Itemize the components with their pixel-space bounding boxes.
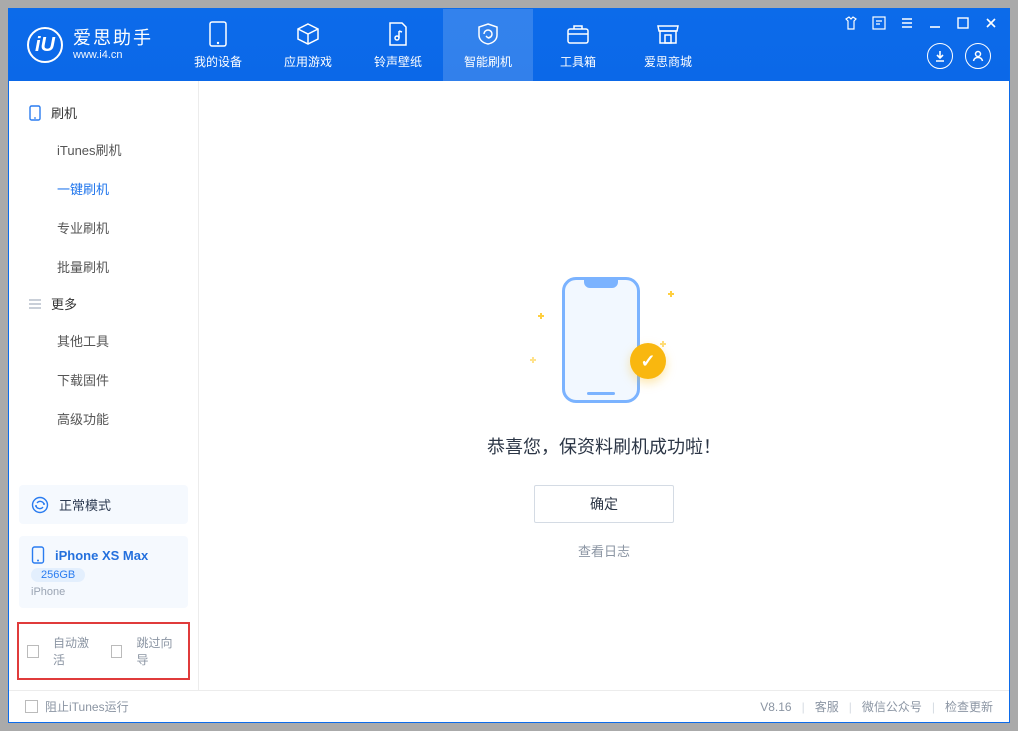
sidebar-item-onekey-flash[interactable]: 一键刷机 [9, 169, 198, 208]
success-illustration: ✓ [544, 271, 664, 411]
phone-icon [27, 105, 43, 121]
tab-toolbox[interactable]: 工具箱 [533, 9, 623, 81]
minimize-button[interactable] [927, 15, 943, 31]
feedback-icon[interactable] [871, 15, 887, 31]
group-label: 刷机 [51, 103, 77, 122]
sidebar: 刷机 iTunes刷机 一键刷机 专业刷机 批量刷机 更多 其他工具 下载固件 … [9, 81, 199, 690]
tab-smart-flash[interactable]: 智能刷机 [443, 9, 533, 81]
refresh-shield-icon [475, 21, 501, 47]
skip-guide-label: 跳过向导 [136, 634, 180, 668]
sidebar-item-advanced[interactable]: 高级功能 [9, 399, 198, 438]
sidebar-item-download-firmware[interactable]: 下载固件 [9, 360, 198, 399]
sidebar-item-batch-flash[interactable]: 批量刷机 [9, 247, 198, 286]
device-card[interactable]: iPhone XS Max 256GB iPhone [19, 536, 188, 608]
download-button[interactable] [927, 43, 953, 69]
view-log-link[interactable]: 查看日志 [578, 541, 630, 560]
close-button[interactable] [983, 15, 999, 31]
menu-icon[interactable] [899, 15, 915, 31]
phone-small-icon [31, 546, 45, 564]
cube-icon [295, 21, 321, 47]
hamburger-icon [27, 296, 43, 312]
skip-guide-checkbox[interactable] [111, 645, 123, 658]
ok-button[interactable]: 确定 [534, 485, 674, 523]
tab-ringtones[interactable]: 铃声壁纸 [353, 9, 443, 81]
app-window: iU 爱思助手 www.i4.cn 我的设备 应用游戏 [8, 8, 1010, 723]
version-label: V8.16 [760, 700, 791, 714]
logo: iU 爱思助手 www.i4.cn [9, 27, 153, 63]
auto-activate-label: 自动激活 [53, 634, 97, 668]
tab-label: 我的设备 [194, 53, 242, 70]
group-label: 更多 [51, 294, 77, 313]
body: 刷机 iTunes刷机 一键刷机 专业刷机 批量刷机 更多 其他工具 下载固件 … [9, 81, 1009, 690]
tab-apps-games[interactable]: 应用游戏 [263, 9, 353, 81]
device-type: iPhone [31, 586, 65, 598]
tab-label: 应用游戏 [284, 53, 332, 70]
tab-my-device[interactable]: 我的设备 [173, 9, 263, 81]
mode-label: 正常模式 [59, 495, 111, 514]
customer-service-link[interactable]: 客服 [815, 698, 839, 715]
sidebar-group-more[interactable]: 更多 [9, 286, 198, 321]
device-name: iPhone XS Max [55, 548, 148, 563]
tab-label: 智能刷机 [464, 53, 512, 70]
maximize-button[interactable] [955, 15, 971, 31]
tab-label: 铃声壁纸 [374, 53, 422, 70]
sidebar-group-flash[interactable]: 刷机 [9, 95, 198, 130]
app-logo-icon: iU [27, 27, 63, 63]
sidebar-item-other-tools[interactable]: 其他工具 [9, 321, 198, 360]
main-panel: ✓ 恭喜您，保资料刷机成功啦！ 确定 查看日志 [199, 81, 1009, 690]
mode-card[interactable]: 正常模式 [19, 485, 188, 524]
auto-activate-checkbox[interactable] [27, 645, 39, 658]
success-message: 恭喜您，保资料刷机成功啦！ [487, 433, 721, 459]
account-button[interactable] [965, 43, 991, 69]
check-badge-icon: ✓ [630, 343, 666, 379]
nav-tabs: 我的设备 应用游戏 铃声壁纸 智能刷机 [173, 9, 713, 81]
titlebar: iU 爱思助手 www.i4.cn 我的设备 应用游戏 [9, 9, 1009, 81]
tshirt-icon[interactable] [843, 15, 859, 31]
sidebar-item-itunes-flash[interactable]: iTunes刷机 [9, 130, 198, 169]
statusbar: 阻止iTunes运行 V8.16 | 客服 | 微信公众号 | 检查更新 [9, 690, 1009, 722]
app-name: 爱思助手 [73, 28, 153, 49]
device-icon [205, 21, 231, 47]
app-url: www.i4.cn [73, 49, 153, 62]
music-file-icon [385, 21, 411, 47]
sidebar-item-pro-flash[interactable]: 专业刷机 [9, 208, 198, 247]
toolbox-icon [565, 21, 591, 47]
block-itunes-label: 阻止iTunes运行 [45, 698, 129, 715]
tab-label: 爱思商城 [644, 53, 692, 70]
store-icon [655, 21, 681, 47]
block-itunes-checkbox[interactable] [25, 700, 38, 713]
device-capacity-badge: 256GB [31, 568, 85, 582]
wechat-link[interactable]: 微信公众号 [862, 698, 922, 715]
checkbox-row-highlighted: 自动激活 跳过向导 [17, 622, 190, 680]
phone-icon [562, 277, 640, 403]
sync-icon [31, 496, 49, 514]
tab-store[interactable]: 爱思商城 [623, 9, 713, 81]
tab-label: 工具箱 [560, 53, 596, 70]
check-update-link[interactable]: 检查更新 [945, 698, 993, 715]
